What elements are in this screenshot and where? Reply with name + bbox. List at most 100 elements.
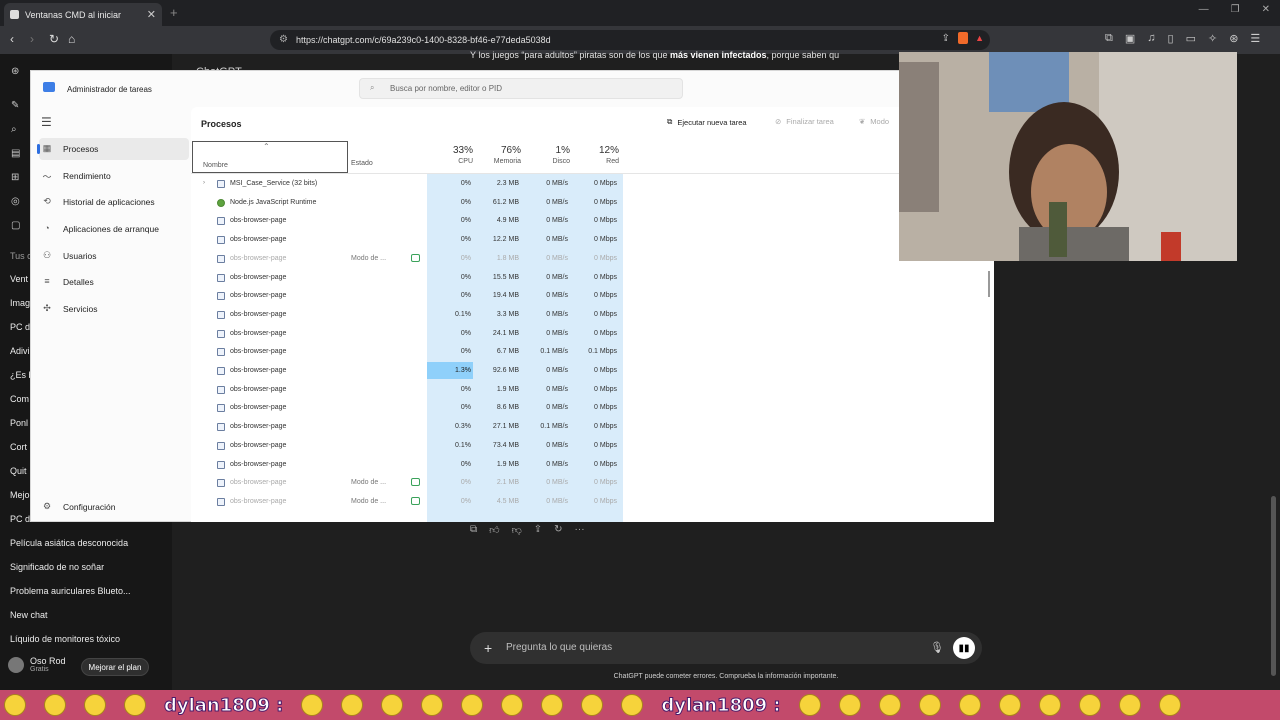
table-row[interactable]: obs-browser-page 0% 12.2 MB 0 MB/s 0 Mbps bbox=[191, 231, 631, 250]
column-header-cpu[interactable]: 33% CPU bbox=[425, 145, 473, 165]
thumbs-up-icon[interactable]: 👍︎ bbox=[489, 524, 499, 536]
nav-servicios[interactable]: ✣ Servicios bbox=[39, 298, 189, 320]
page-scrollbar[interactable] bbox=[1271, 496, 1276, 676]
column-header-disk[interactable]: 1% Disco bbox=[522, 145, 570, 165]
vpn-icon[interactable]: ⊛ bbox=[1229, 32, 1238, 45]
sidebar-chat-item[interactable]: Quit bbox=[10, 466, 27, 476]
site-info-icon[interactable]: ⚙ bbox=[279, 34, 288, 45]
table-row[interactable]: obs-browser-page Modo de ... 0% 4.5 MB 0 MB/… bbox=[191, 493, 631, 512]
nav-configuracion[interactable]: ⚙ Configuración bbox=[39, 496, 189, 518]
copy-icon[interactable]: ⧉ bbox=[470, 524, 477, 536]
projects-icon[interactable]: ▢ bbox=[11, 220, 20, 231]
media-icon[interactable]: ♫ bbox=[1147, 32, 1155, 45]
table-row[interactable]: obs-browser-page 0% 4.9 MB 0 MB/s 0 Mbps bbox=[191, 212, 631, 231]
search-input[interactable]: ⌕ Busca por nombre, editor o PID bbox=[359, 78, 683, 99]
table-row[interactable]: obs-browser-page Modo de ... 0% 1.8 MB 0 MB/… bbox=[191, 250, 631, 269]
column-header-status[interactable]: Estado bbox=[351, 160, 373, 167]
sidebar-chat-item[interactable]: Significado de no soñar bbox=[10, 562, 104, 572]
sidebar-icon[interactable]: ▯ bbox=[1168, 32, 1174, 45]
back-icon[interactable]: ‹ bbox=[10, 32, 14, 46]
home-icon[interactable]: ⌂ bbox=[68, 32, 75, 46]
table-row[interactable]: obs-browser-page 0% 8.6 MB 0 MB/s 0 Mbps bbox=[191, 399, 631, 418]
nav-historial[interactable]: ⟲ Historial de aplicaciones bbox=[39, 191, 189, 213]
prompt-input[interactable]: Pregunta lo que quieras bbox=[506, 642, 612, 653]
nav-arranque[interactable]: ◔ Aplicaciones de arranque bbox=[39, 218, 189, 240]
leo-icon[interactable]: ✧ bbox=[1208, 32, 1217, 45]
library-icon[interactable]: ▤ bbox=[11, 148, 20, 159]
sidebar-chat-item[interactable]: New chat bbox=[10, 610, 48, 620]
more-icon[interactable]: ··· bbox=[575, 524, 585, 536]
table-row[interactable]: › MSI_Case_Service (32 bits) 0% 2.3 MB 0 MB/… bbox=[191, 175, 631, 194]
table-row[interactable]: obs-browser-page 1.3% 92.6 MB 0 MB/s 0 Mbps bbox=[191, 362, 631, 381]
menu-icon[interactable]: ☰ bbox=[1250, 32, 1260, 45]
process-disk-value: 0 MB/s bbox=[546, 217, 568, 225]
table-row[interactable]: obs-browser-page 0.1% 3.3 MB 0 MB/s 0 Mbps bbox=[191, 306, 631, 325]
maximize-icon[interactable]: ❐ bbox=[1231, 4, 1240, 15]
thumbs-down-icon[interactable]: 👎︎ bbox=[512, 524, 522, 536]
share-icon[interactable]: ⇪ bbox=[534, 524, 542, 536]
rewards-icon[interactable]: ▲ bbox=[975, 33, 984, 43]
nav-procesos[interactable]: ▦ Procesos bbox=[37, 138, 189, 160]
hamburger-menu-icon[interactable]: ☰ bbox=[41, 115, 52, 129]
nav-usuarios[interactable]: ⚇ Usuarios bbox=[39, 245, 189, 267]
column-header-network[interactable]: 12% Red bbox=[571, 145, 619, 165]
extensions-icon[interactable]: ⧉ bbox=[1105, 32, 1113, 45]
sidebar-chat-item[interactable]: PC d bbox=[10, 322, 30, 332]
process-cpu-value: 0% bbox=[460, 329, 471, 337]
table-row[interactable]: obs-browser-page 0% 1.9 MB 0 MB/s 0 Mbps bbox=[191, 456, 631, 475]
user-profile[interactable]: Oso Rod Gratis bbox=[8, 656, 66, 673]
process-disk-value: 0 MB/s bbox=[546, 441, 568, 449]
minimize-icon[interactable]: — bbox=[1199, 4, 1209, 15]
upgrade-plan-button[interactable]: Mejorar el plan bbox=[81, 658, 149, 676]
bookmark-icon[interactable]: ▭ bbox=[1186, 32, 1196, 45]
address-bar[interactable]: ⚙ https://chatgpt.com/c/69a239c0-1400-83… bbox=[270, 30, 990, 50]
sidebar-chat-item[interactable]: PC d bbox=[10, 514, 30, 524]
table-row[interactable]: obs-browser-page 0.3% 27.1 MB 0.1 MB/s 0 Mbp… bbox=[191, 418, 631, 437]
sidebar-chat-item[interactable]: Problema auriculares Blueto... bbox=[10, 586, 131, 596]
close-window-icon[interactable]: ✕ bbox=[1262, 4, 1270, 15]
sidebar-chat-item[interactable]: Cort bbox=[10, 442, 27, 452]
openai-logo-icon[interactable]: ⊛ bbox=[11, 66, 19, 77]
table-row[interactable]: obs-browser-page 0% 24.1 MB 0 MB/s 0 Mbps bbox=[191, 325, 631, 344]
sora-icon[interactable]: ◎ bbox=[11, 196, 20, 207]
share-icon[interactable]: ⇪ bbox=[942, 33, 950, 44]
forward-icon[interactable]: › bbox=[30, 32, 34, 46]
new-tab-icon[interactable]: + bbox=[170, 5, 178, 20]
column-header-memory[interactable]: 76% Memoria bbox=[473, 145, 521, 165]
sidebar-chat-item[interactable]: Película asiática desconocida bbox=[10, 538, 128, 548]
attach-plus-icon[interactable]: + bbox=[484, 640, 492, 656]
end-task-button[interactable]: ⊘ Finalizar tarea bbox=[775, 117, 834, 126]
nav-rendimiento[interactable]: 〜 Rendimiento bbox=[39, 165, 189, 187]
close-tab-icon[interactable]: ✕ bbox=[147, 8, 156, 21]
new-chat-icon[interactable]: ✎ bbox=[11, 100, 19, 111]
microphone-icon[interactable]: 🎙︎ bbox=[930, 641, 944, 654]
table-row[interactable]: obs-browser-page 0% 6.7 MB 0.1 MB/s 0.1 Mbps bbox=[191, 343, 631, 362]
sidebar-chat-item[interactable]: Imag bbox=[10, 298, 30, 308]
expand-chevron-icon[interactable]: › bbox=[203, 180, 205, 186]
search-chats-icon[interactable]: ⌕ bbox=[11, 124, 17, 135]
column-header-name[interactable]: ⌃ Nombre bbox=[192, 141, 348, 173]
sidebar-chat-item[interactable]: Vent bbox=[10, 274, 28, 284]
table-row[interactable]: obs-browser-page 0% 1.9 MB 0 MB/s 0 Mbps bbox=[191, 381, 631, 400]
run-new-task-button[interactable]: ⧉ Ejecutar nueva tarea bbox=[667, 117, 747, 127]
table-row[interactable]: obs-browser-page 0.1% 73.4 MB 0 MB/s 0 Mbps bbox=[191, 437, 631, 456]
nav-detalles[interactable]: ≡ Detalles bbox=[39, 271, 189, 293]
sidebar-chat-item[interactable]: Adivi bbox=[10, 346, 30, 356]
voice-mode-icon[interactable]: ▮▮ bbox=[953, 637, 975, 659]
gpts-icon[interactable]: ⊞ bbox=[11, 172, 19, 183]
sidebar-chat-item[interactable]: Ponl bbox=[10, 418, 28, 428]
table-row[interactable]: Node.js JavaScript Runtime 0% 61.2 MB 0 MB/… bbox=[191, 194, 631, 213]
table-row[interactable]: obs-browser-page Modo de ... 0% 2.1 MB 0 MB/… bbox=[191, 474, 631, 493]
browser-tab[interactable]: Ventanas CMD al iniciar ✕ bbox=[4, 3, 162, 26]
efficiency-mode-button[interactable]: ❦ Modo bbox=[859, 117, 889, 126]
table-scrollbar[interactable] bbox=[988, 271, 990, 297]
sidebar-chat-item[interactable]: Líquido de monitores tóxico bbox=[10, 634, 120, 644]
regenerate-icon[interactable]: ↻ bbox=[554, 524, 562, 536]
wallet-icon[interactable]: ▣ bbox=[1125, 32, 1135, 45]
brave-shield-icon[interactable] bbox=[958, 32, 968, 44]
table-row[interactable]: obs-browser-page 0% 19.4 MB 0 MB/s 0 Mbps bbox=[191, 287, 631, 306]
sidebar-chat-item[interactable]: Com bbox=[10, 394, 29, 404]
table-row[interactable]: obs-browser-page 0% 15.5 MB 0 MB/s 0 Mbps bbox=[191, 269, 631, 288]
reload-icon[interactable]: ↻ bbox=[49, 32, 59, 46]
sidebar-chat-item[interactable]: Mejo bbox=[10, 490, 30, 500]
